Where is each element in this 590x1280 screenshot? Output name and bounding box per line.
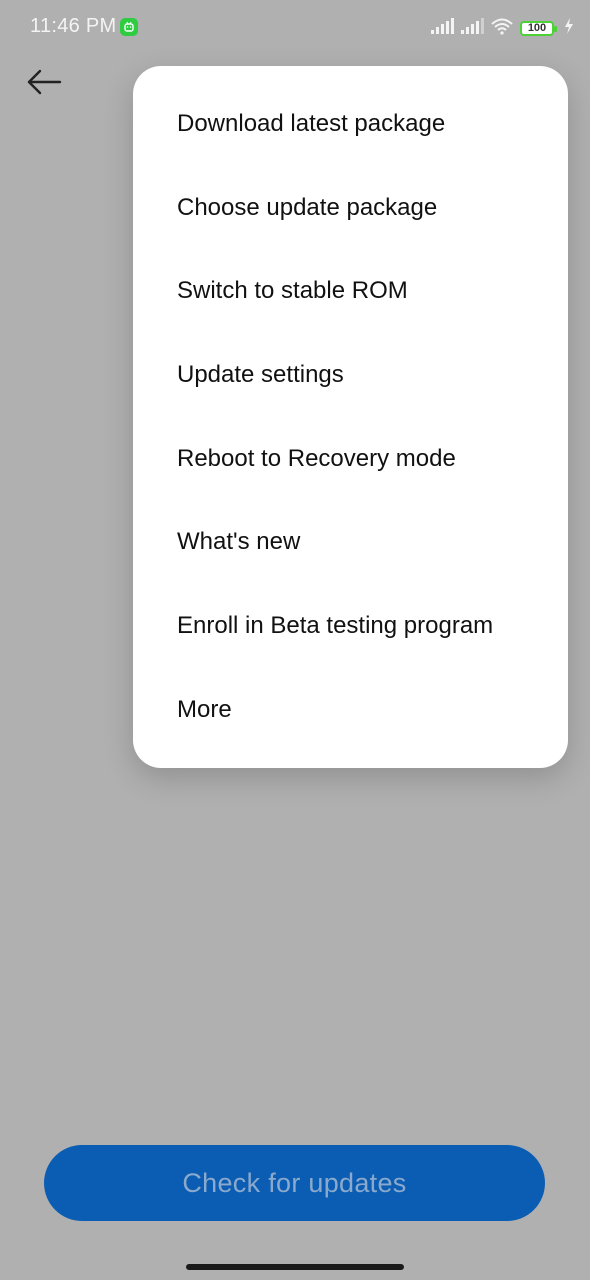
- status-icons: 100: [430, 14, 574, 42]
- menu-item-label: What's new: [177, 528, 301, 556]
- menu-item-reboot-to-recovery[interactable]: Reboot to Recovery mode: [133, 441, 568, 525]
- menu-item-enroll-beta[interactable]: Enroll in Beta testing program: [133, 608, 568, 692]
- wifi-icon: [490, 17, 514, 40]
- menu-item-label: Update settings: [177, 360, 344, 388]
- status-bar: 11:46 PM 100: [0, 0, 590, 56]
- menu-item-label: Choose update package: [177, 193, 438, 221]
- menu-item-label: Reboot to Recovery mode: [177, 444, 456, 472]
- menu-item-label: More: [177, 695, 232, 723]
- battery-level: 100: [527, 22, 547, 34]
- arrow-left-icon: [27, 69, 62, 95]
- battery-icon: 100: [520, 20, 557, 36]
- menu-item-label: Download latest package: [177, 109, 446, 137]
- menu-item-label: Switch to stable ROM: [177, 277, 408, 305]
- charging-icon: [564, 17, 574, 39]
- signal-icon: [430, 17, 454, 40]
- menu-item-label: Enroll in Beta testing program: [177, 611, 494, 639]
- check-for-updates-label: Check for updates: [182, 1167, 407, 1198]
- back-button[interactable]: [22, 62, 66, 102]
- menu-item-switch-to-stable-rom[interactable]: Switch to stable ROM: [133, 273, 568, 357]
- app-notification-icon: [120, 18, 138, 36]
- overflow-menu: Download latest package Choose update pa…: [133, 66, 568, 768]
- menu-item-download-latest-package[interactable]: Download latest package: [133, 106, 568, 190]
- menu-item-whats-new[interactable]: What's new: [133, 524, 568, 608]
- menu-item-update-settings[interactable]: Update settings: [133, 357, 568, 441]
- check-for-updates-button[interactable]: Check for updates: [44, 1145, 545, 1221]
- signal-icon: [460, 17, 484, 40]
- menu-item-choose-update-package[interactable]: Choose update package: [133, 190, 568, 274]
- home-indicator[interactable]: [186, 1264, 404, 1270]
- menu-item-more[interactable]: More: [133, 692, 568, 776]
- status-time: 11:46 PM: [30, 15, 117, 37]
